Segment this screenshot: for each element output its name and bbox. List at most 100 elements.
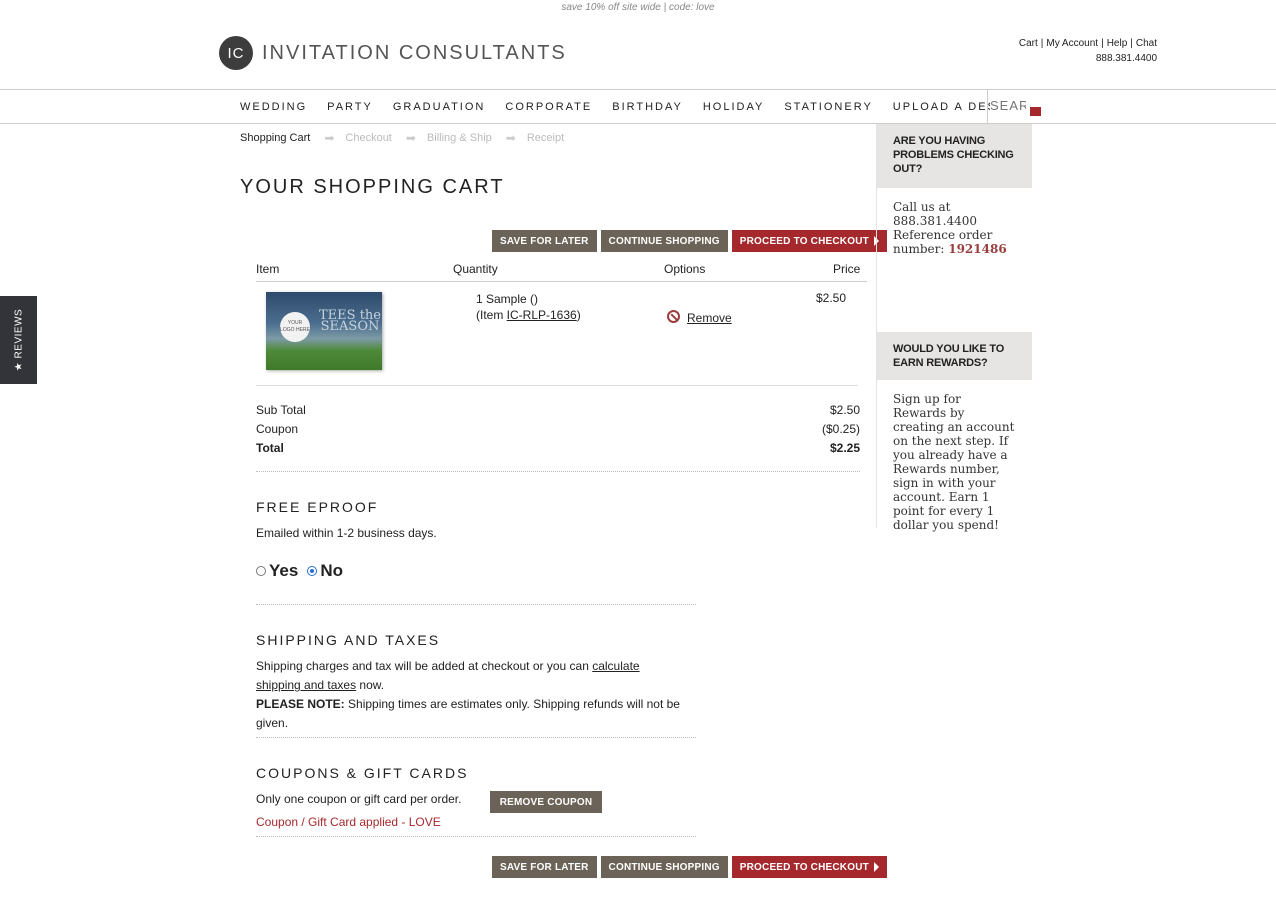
remove-coupon-wrapper: REMOVE COUPON [490,791,602,813]
save-for-later-button[interactable]: SAVE FOR LATER [492,230,597,252]
shipping-title: SHIPPING AND TAXES [256,632,441,648]
play-arrow-icon [873,862,879,872]
eproof-yes-radio[interactable] [256,566,266,576]
step-billing-ship: Billing & Ship [426,132,492,144]
remove-coupon-button[interactable]: REMOVE COUPON [490,791,602,813]
continue-shopping-button[interactable]: CONTINUE SHOPPING [600,230,728,252]
help-box-text: Call us at 888.381.4400 Reference order … [877,188,1032,332]
nav-party[interactable]: PARTY [327,101,373,113]
remove-link[interactable]: Remove [687,311,732,325]
my-account-link[interactable]: My Account [1046,38,1098,49]
header-phone: 888.381.4400 [1095,53,1157,64]
main-nav: WEDDING PARTY GRADUATION CORPORATE BIRTH… [0,89,1276,124]
total-row: Total $2.25 [256,441,860,460]
logo-text: INVITATION CONSULTANTS [262,41,567,64]
item-prefix: (Item [476,308,507,322]
eproof-title: FREE EPROOF [256,499,379,515]
cart-link[interactable]: Cart [1019,38,1038,49]
section-divider [256,604,696,605]
page-title: YOUR SHOPPING CART [240,176,505,198]
remove-icon [667,309,680,323]
product-image-title: TEES the SEASON [319,308,381,334]
nav-graduation[interactable]: GRADUATION [393,101,486,113]
nav-stationery[interactable]: STATIONERY [784,101,872,113]
section-divider [256,471,860,472]
top-action-buttons: SAVE FOR LATER CONTINUE SHOPPING PROCEED… [488,230,887,252]
checkout-button-label: PROCEED TO CHECKOUT [739,861,869,873]
quantity-line: 1 Sample () [476,292,539,306]
coupons-text: Only one coupon or gift card per order. [256,792,462,806]
item-suffix: ) [576,308,581,322]
bottom-action-buttons: SAVE FOR LATER CONTINUE SHOPPING PROCEED… [488,856,887,878]
shipping-text: Shipping charges and tax will be added a… [256,657,686,733]
col-options: Options [664,262,706,276]
top-links: Cart | My Account | Help | Chat 888.381.4400 [1019,38,1157,64]
checkout-steps: Shopping Cart ➡ Checkout ➡ Billing & Shi… [240,131,564,145]
checkout-sidebar: ARE YOU HAVING PROBLEMS CHECKING OUT? Ca… [876,124,1032,532]
nav-corporate[interactable]: CORPORATE [505,101,592,113]
col-item: Item [256,262,280,276]
item-price: $2.50 [816,291,847,305]
subtotal-value: $2.50 [829,403,860,417]
shipping-note-label: PLEASE NOTE: [256,697,345,711]
search-box [987,90,1047,123]
reviews-tab[interactable]: ★ REVIEWS [0,296,37,384]
total-value: $2.25 [829,441,860,455]
subtotal-row: Sub Total $2.50 [256,403,860,422]
total-label: Total [256,441,284,455]
shipping-text-after: now. [356,678,385,692]
step-receipt: Receipt [526,132,565,144]
continue-shopping-button-bottom[interactable]: CONTINUE SHOPPING [600,856,728,878]
help-box-title: ARE YOU HAVING PROBLEMS CHECKING OUT? [877,124,1032,188]
row-divider [256,385,858,386]
nav-holiday[interactable]: HOLIDAY [703,101,764,113]
arrow-right-icon: ➡ [324,131,335,145]
shipping-text-before: Shipping charges and tax will be added a… [256,659,593,673]
col-quantity: Quantity [453,262,498,276]
link-separator: | [1101,38,1104,49]
arrow-right-icon: ➡ [405,131,416,145]
coupons-title: COUPONS & GIFT CARDS [256,765,469,781]
eproof-text: Emailed within 1-2 business days. [256,526,437,540]
eproof-no-label[interactable]: No [320,561,343,581]
link-separator: | [1130,38,1133,49]
rewards-box-text: Sign up for Rewards by creating an accou… [893,392,1015,532]
reviews-tab-label: ★ REVIEWS [13,308,24,372]
section-divider [256,836,696,837]
coupon-value: ($0.25) [821,422,860,436]
item-code-link[interactable]: IC-RLP-1636 [507,308,577,322]
site-logo[interactable]: IC INVITATION CONSULTANTS [219,36,567,70]
section-divider [256,737,696,738]
col-price: Price [833,262,861,276]
remove-item[interactable]: Remove [667,307,732,325]
product-thumbnail[interactable]: YOUR LOGO HERE TEES the SEASON [266,292,382,370]
coupon-label: Coupon [256,422,299,436]
nav-wedding[interactable]: WEDDING [240,101,307,113]
search-icon[interactable] [1030,107,1041,116]
cart-table-header: Item Quantity Options Price [256,262,867,282]
chat-link[interactable]: Chat [1136,38,1157,49]
logo-mark: IC [219,36,253,70]
rewards-box-title: WOULD YOU LIKE TO EARN REWARDS? [877,332,1032,380]
eproof-no-radio[interactable] [307,566,318,576]
arrow-right-icon: ➡ [505,131,516,145]
promo-banner: save 10% off site wide | code: love [561,2,715,13]
coupon-row: Coupon ($0.25) [256,422,860,441]
search-input[interactable] [990,90,1026,120]
order-totals: Sub Total $2.50 Coupon ($0.25) Total $2.25 [256,403,860,460]
eproof-yes-label[interactable]: Yes [269,561,298,581]
save-for-later-button-bottom[interactable]: SAVE FOR LATER [492,856,597,878]
eproof-options: Yes No [256,561,343,581]
proceed-to-checkout-button-bottom[interactable]: PROCEED TO CHECKOUT [731,856,887,878]
proceed-to-checkout-button[interactable]: PROCEED TO CHECKOUT [731,230,887,252]
checkout-button-label: PROCEED TO CHECKOUT [739,235,869,247]
product-image-ball-text: YOUR LOGO HERE [280,312,310,342]
coupon-applied-message: Coupon / Gift Card applied - LOVE [256,815,441,829]
step-shopping-cart: Shopping Cart [240,132,311,144]
link-separator: | [1040,38,1044,49]
help-link[interactable]: Help [1107,38,1128,49]
order-number: 1921486 [948,242,1007,256]
subtotal-label: Sub Total [256,403,306,417]
nav-birthday[interactable]: BIRTHDAY [612,101,683,113]
item-quantity: 1 Sample () (Item IC-RLP-1636) [476,291,581,323]
